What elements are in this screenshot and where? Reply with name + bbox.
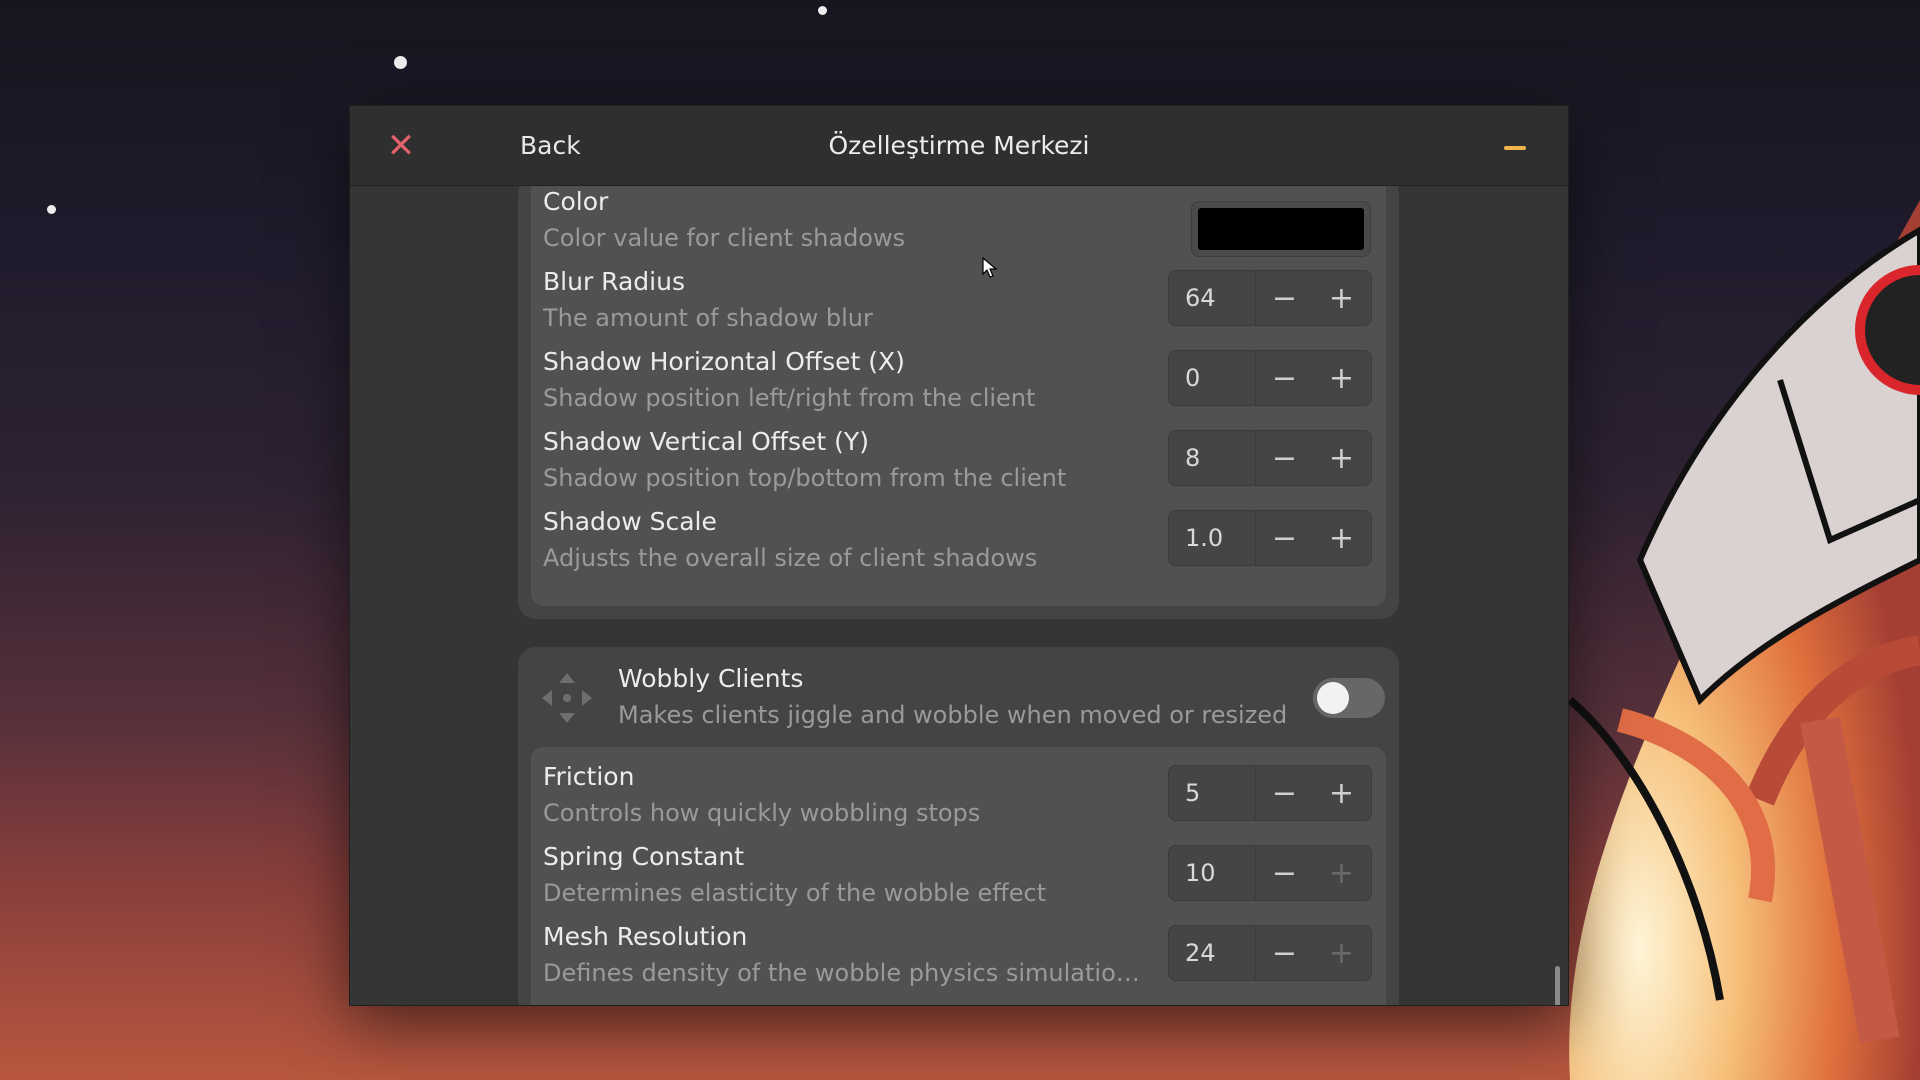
- minimize-icon[interactable]: [1498, 130, 1532, 164]
- title-bar: ✕ Back Özelleştirme Merkezi: [350, 106, 1568, 186]
- increment-button[interactable]: +: [1313, 766, 1370, 820]
- wobbly-clients-description: Makes clients jiggle and wobble when mov…: [618, 701, 1288, 729]
- setting-description: Color value for client shadows: [543, 224, 906, 252]
- settings-scroll-area[interactable]: Color Color value for client shadows Blu…: [350, 186, 1568, 1005]
- setting-title: Color: [543, 187, 609, 216]
- customization-window: ✕ Back Özelleştirme Merkezi Color Color …: [349, 105, 1569, 1006]
- increment-button[interactable]: +: [1313, 431, 1370, 485]
- setting-description: Controls how quickly wobbling stops: [543, 799, 981, 827]
- toggle-knob: [1317, 682, 1349, 714]
- background-star: [394, 56, 407, 69]
- shadow-settings-group: Color Color value for client shadows Blu…: [531, 186, 1386, 606]
- decrement-button[interactable]: −: [1256, 511, 1313, 565]
- color-swatch-fill: [1198, 208, 1364, 250]
- spin-value-input[interactable]: [1169, 846, 1255, 900]
- spin-box: −+: [1168, 845, 1372, 901]
- setting-title: Shadow Scale: [543, 507, 717, 536]
- minimize-bar: [1504, 146, 1526, 150]
- setting-title: Spring Constant: [543, 842, 745, 871]
- spin-box: −+: [1168, 925, 1372, 981]
- setting-description: Shadow position left/right from the clie…: [543, 384, 1036, 412]
- setting-row: Shadow Scale Adjusts the overall size of …: [543, 506, 1373, 582]
- decrement-button[interactable]: −: [1256, 846, 1313, 900]
- increment-button[interactable]: +: [1313, 846, 1370, 900]
- decrement-button[interactable]: −: [1256, 766, 1313, 820]
- setting-description: The amount of shadow blur: [543, 304, 873, 332]
- window-title: Özelleştirme Merkezi: [828, 131, 1090, 160]
- spin-box: −+: [1168, 350, 1372, 406]
- setting-title: Mesh Resolution: [543, 922, 748, 951]
- wobbly-settings-group: Friction Controls how quickly wobbling st…: [531, 747, 1386, 1005]
- setting-row: Mesh Resolution Defines density of the wo…: [543, 921, 1373, 997]
- wobbly-clients-header: Wobbly Clients Makes clients jiggle and …: [518, 647, 1399, 747]
- decrement-button[interactable]: −: [1256, 431, 1313, 485]
- shadow-color-row: Color Color value for client shadows: [543, 186, 1373, 262]
- mouse-cursor-icon: [982, 257, 998, 278]
- spin-value-input[interactable]: [1169, 766, 1255, 820]
- spin-value-input[interactable]: [1169, 271, 1255, 325]
- setting-row: Shadow Vertical Offset (Y) Shadow positio…: [543, 426, 1373, 502]
- spin-box: −+: [1168, 765, 1372, 821]
- shadow-settings-card: Color Color value for client shadows Blu…: [518, 186, 1399, 619]
- shadow-color-button[interactable]: [1191, 201, 1371, 257]
- background-star: [818, 6, 827, 15]
- setting-title: Blur Radius: [543, 267, 685, 296]
- decrement-button[interactable]: −: [1256, 271, 1313, 325]
- setting-description: Adjusts the overall size of client shado…: [543, 544, 1038, 572]
- spin-value-input[interactable]: [1169, 511, 1255, 565]
- wobbly-clients-toggle[interactable]: [1313, 678, 1385, 718]
- increment-button[interactable]: +: [1313, 926, 1370, 980]
- setting-title: Shadow Vertical Offset (Y): [543, 427, 869, 456]
- setting-row: Spring Constant Determines elasticity of …: [543, 841, 1373, 917]
- setting-row: Shadow Horizontal Offset (X) Shadow posit…: [543, 346, 1373, 422]
- decrement-button[interactable]: −: [1256, 351, 1313, 405]
- spin-box: −+: [1168, 430, 1372, 486]
- background-star: [47, 205, 56, 214]
- wobbly-clients-title: Wobbly Clients: [618, 664, 804, 693]
- wobbly-clients-card: Wobbly Clients Makes clients jiggle and …: [518, 647, 1399, 1005]
- setting-description: Defines density of the wobble physics si…: [543, 959, 1153, 987]
- spin-value-input[interactable]: [1169, 926, 1255, 980]
- vertical-scrollbar[interactable]: [1555, 966, 1560, 1005]
- decrement-button[interactable]: −: [1256, 926, 1313, 980]
- setting-title: Shadow Horizontal Offset (X): [543, 347, 905, 376]
- spin-value-input[interactable]: [1169, 351, 1255, 405]
- setting-title: Friction: [543, 762, 635, 791]
- increment-button[interactable]: +: [1313, 271, 1370, 325]
- setting-row: Friction Controls how quickly wobbling st…: [543, 761, 1373, 837]
- increment-button[interactable]: +: [1313, 511, 1370, 565]
- setting-description: Shadow position top/bottom from the clie…: [543, 464, 1067, 492]
- setting-description: Determines elasticity of the wobble effe…: [543, 879, 1047, 907]
- increment-button[interactable]: +: [1313, 351, 1370, 405]
- spin-box: −+: [1168, 510, 1372, 566]
- spin-box: −+: [1168, 270, 1372, 326]
- move-arrows-icon: [542, 673, 592, 723]
- spin-value-input[interactable]: [1169, 431, 1255, 485]
- setting-row: Blur Radius The amount of shadow blur −+: [543, 266, 1373, 342]
